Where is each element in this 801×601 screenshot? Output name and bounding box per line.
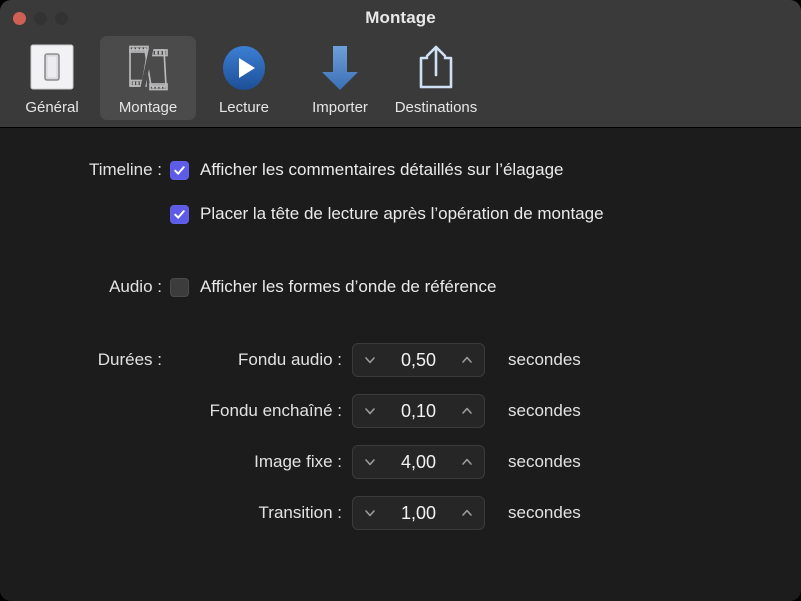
toolbar-item-label: Importer <box>312 99 368 116</box>
toolbar-item-label: Destinations <box>394 99 478 116</box>
audio-section-label: Audio : <box>109 277 162 296</box>
stepper-transition[interactable]: 1,00 <box>352 496 485 530</box>
timeline-section-label: Timeline : <box>88 160 162 179</box>
duration-row-transition: Transition : 1,00 secondes <box>10 496 581 530</box>
preferences-window: Montage Général Montage Lecture Importer… <box>0 0 801 601</box>
light-switch-icon <box>4 41 100 95</box>
toolbar-item-label: Général <box>25 99 79 116</box>
film-strip-cut-icon <box>100 41 196 95</box>
checkbox-detailed-trim-comments[interactable] <box>170 160 189 180</box>
toolbar: Général Montage Lecture Importer Destina… <box>4 36 484 120</box>
toolbar-item-general[interactable]: Général <box>4 36 100 120</box>
toolbar-item-montage[interactable]: Montage <box>100 36 196 120</box>
titlebar-toolbar: Montage Général Montage Lecture Importer… <box>0 0 801 128</box>
duration-row-still-image: Image fixe : 4,00 secondes <box>10 445 581 479</box>
checkbox-label: Placer la tête de lecture après l’opérat… <box>200 204 604 223</box>
unit-label: secondes <box>508 503 581 522</box>
stepper-still-image[interactable]: 4,00 <box>352 445 485 479</box>
toolbar-item-lecture[interactable]: Lecture <box>196 36 292 120</box>
timeline-row-1: Timeline : Afficher les commentaires dét… <box>10 160 563 180</box>
toolbar-item-label: Lecture <box>218 99 270 116</box>
duration-label: Fondu audio : <box>238 350 342 369</box>
duration-label: Fondu enchaîné : <box>209 401 342 420</box>
chevron-up-icon[interactable] <box>460 404 474 418</box>
toolbar-item-importer[interactable]: Importer <box>292 36 388 120</box>
stepper-value[interactable]: 0,50 <box>377 350 460 371</box>
timeline-row-2: Placer la tête de lecture après l’opérat… <box>10 204 604 224</box>
checkbox-label: Afficher les formes d’onde de référence <box>200 277 497 296</box>
checkmark-icon <box>174 209 185 219</box>
stepper-value[interactable]: 4,00 <box>377 452 460 473</box>
chevron-down-icon[interactable] <box>363 455 377 469</box>
durations-section-label: Durées : <box>97 350 162 369</box>
chevron-down-icon[interactable] <box>363 353 377 367</box>
chevron-down-icon[interactable] <box>363 506 377 520</box>
stepper-audio-fade[interactable]: 0,50 <box>352 343 485 377</box>
stepper-value[interactable]: 1,00 <box>377 503 460 524</box>
checkbox-label: Afficher les commentaires détaillés sur … <box>200 160 564 179</box>
stepper-crossfade[interactable]: 0,10 <box>352 394 485 428</box>
unit-label: secondes <box>508 452 581 471</box>
toolbar-item-label: Montage <box>118 99 178 116</box>
unit-label: secondes <box>508 350 581 369</box>
stepper-value[interactable]: 0,10 <box>377 401 460 422</box>
duration-label: Transition : <box>258 503 342 522</box>
chevron-up-icon[interactable] <box>460 455 474 469</box>
chevron-up-icon[interactable] <box>460 506 474 520</box>
share-export-icon <box>388 41 484 95</box>
arrow-down-icon <box>292 41 388 95</box>
play-circle-icon <box>196 41 292 95</box>
duration-row-crossfade: Fondu enchaîné : 0,10 secondes <box>10 394 581 428</box>
page-title: Montage <box>365 8 436 27</box>
audio-row: Audio : Afficher les formes d’onde de ré… <box>10 277 496 297</box>
checkbox-reference-waveforms[interactable] <box>170 277 189 297</box>
chevron-up-icon[interactable] <box>460 353 474 367</box>
preferences-content: Timeline : Afficher les commentaires dét… <box>0 128 801 600</box>
duration-label: Image fixe : <box>254 452 342 471</box>
checkbox-playhead-after-edit[interactable] <box>170 204 189 224</box>
unit-label: secondes <box>508 401 581 420</box>
toolbar-item-destinations[interactable]: Destinations <box>388 36 484 120</box>
chevron-down-icon[interactable] <box>363 404 377 418</box>
duration-row-audio-fade: Durées : Fondu audio : 0,50 secondes <box>10 343 581 377</box>
checkmark-icon <box>174 165 185 175</box>
